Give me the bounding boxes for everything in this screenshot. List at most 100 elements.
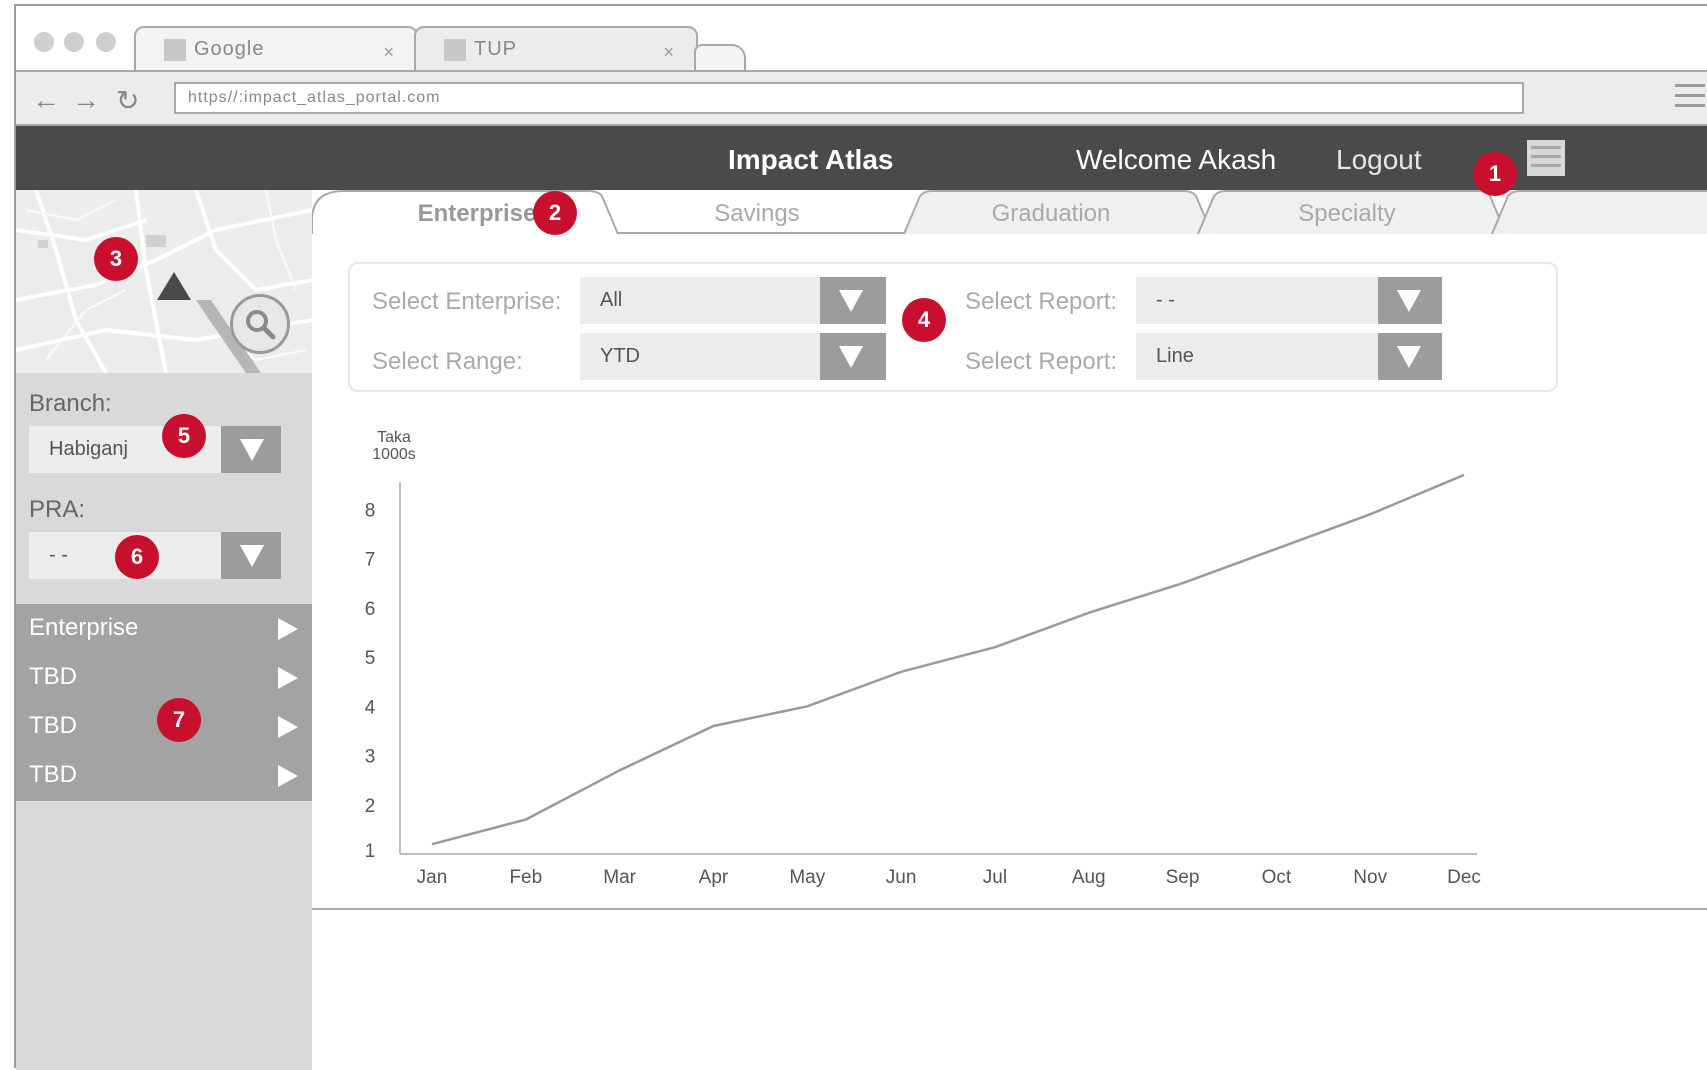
y-tick-label: 3 xyxy=(365,747,376,768)
app-title: Impact Atlas xyxy=(728,144,894,175)
y-tick-label: 6 xyxy=(365,599,376,620)
y-tick-label: 7 xyxy=(365,550,376,571)
map-search-icon[interactable] xyxy=(230,294,290,354)
tab-specialty[interactable]: Specialty xyxy=(1202,192,1492,234)
branch-dropdown[interactable]: Habiganj xyxy=(29,426,281,473)
favicon-icon xyxy=(164,39,186,61)
x-tick-label: Dec xyxy=(1447,867,1481,888)
select-report-type-label: Select Report: xyxy=(965,348,1118,375)
map-thumbnail[interactable] xyxy=(16,190,312,373)
favicon-icon xyxy=(444,39,466,61)
series-line xyxy=(431,473,1465,846)
report-type-value: Line xyxy=(1156,345,1194,367)
range-dropdown[interactable]: YTD xyxy=(580,333,886,380)
range-value: YTD xyxy=(600,345,640,367)
annotation-badge: 4 xyxy=(902,298,946,342)
report-type-dropdown[interactable]: Line xyxy=(1136,333,1442,380)
chevron-down-icon[interactable] xyxy=(221,426,281,473)
x-tick-label: Jul xyxy=(983,867,1007,888)
annotation-badge: 5 xyxy=(162,414,206,458)
sidebar-item-label: TBD xyxy=(29,712,77,739)
chevron-down-icon[interactable] xyxy=(820,277,886,324)
browser-window: Google × TUP × ← → ↻ https//:impact_atla… xyxy=(14,4,1707,1070)
y-tick-label: 2 xyxy=(365,796,376,817)
y-tick-label: 8 xyxy=(365,500,376,521)
window-maximize-dot[interactable] xyxy=(96,32,116,52)
x-tick-label: Oct xyxy=(1262,867,1292,888)
x-tick-label: Jun xyxy=(886,867,917,888)
arrow-right-icon xyxy=(278,667,298,689)
y-tick-label: 5 xyxy=(365,648,376,669)
chevron-down-icon[interactable] xyxy=(1378,277,1442,324)
y-axis-label: Taka xyxy=(377,429,411,446)
forward-arrow-icon[interactable]: → xyxy=(72,84,100,116)
arrow-right-icon xyxy=(278,618,298,640)
y-tick-label: 1 xyxy=(365,841,376,862)
url-input[interactable]: https//:impact_atlas_portal.com xyxy=(174,82,1524,114)
annotation-badge: 7 xyxy=(157,698,201,742)
close-icon[interactable]: × xyxy=(663,42,674,63)
annotation-badge: 3 xyxy=(94,237,138,281)
filter-panel: Select Enterprise: All Select Range: YTD… xyxy=(348,262,1558,392)
arrow-right-icon xyxy=(278,716,298,738)
annotation-badge: 6 xyxy=(115,535,159,579)
tab-graduation[interactable]: Graduation xyxy=(906,192,1196,234)
x-tick-label: Nov xyxy=(1353,867,1387,888)
y-axis-unit-label: 1000s xyxy=(372,446,416,463)
arrow-right-icon xyxy=(278,765,298,787)
close-icon[interactable]: × xyxy=(383,42,394,63)
browser-tab-title: TUP xyxy=(474,38,517,60)
chevron-down-icon[interactable] xyxy=(820,333,886,380)
map-marker-icon xyxy=(157,272,191,300)
chart-svg: Taka1000s 1 2 3 4 5 6 7 8 Jan Feb Mar Apr May Jun Jul Au… xyxy=(365,429,1481,888)
select-enterprise-label: Select Enterprise: xyxy=(372,288,562,315)
address-bar-row: ← → ↻ https//:impact_atlas_portal.com xyxy=(16,70,1707,126)
report-dropdown[interactable]: - - xyxy=(1136,277,1442,324)
line-chart: Taka 1000s 1 2 3 4 5 6 7 8 Jan Feb Mar Apr May Jun Jul Au… xyxy=(312,410,1707,910)
sidebar-item-label: TBD xyxy=(29,761,77,788)
chevron-down-icon[interactable] xyxy=(221,532,281,579)
annotation-badge: 2 xyxy=(533,191,577,235)
window-minimize-dot[interactable] xyxy=(64,32,84,52)
x-tick-label: Jan xyxy=(417,867,448,888)
pra-value: - - xyxy=(49,544,68,566)
screen: Google × TUP × ← → ↻ https//:impact_atla… xyxy=(0,0,1707,1070)
reload-icon[interactable]: ↻ xyxy=(116,84,139,117)
x-tick-label: Apr xyxy=(699,867,729,888)
browser-tab-google[interactable]: Google × xyxy=(134,26,418,72)
app-header: Impact Atlas Welcome Akash Logout xyxy=(16,126,1707,190)
report-tabs: Enterprise Savings Graduation Specialty xyxy=(312,190,1707,235)
back-arrow-icon[interactable]: ← xyxy=(32,84,60,116)
x-tick-label: Aug xyxy=(1072,867,1106,888)
browser-tab-title: Google xyxy=(194,38,265,60)
chevron-down-icon[interactable] xyxy=(1378,333,1442,380)
tab-savings[interactable]: Savings xyxy=(612,192,902,234)
app-menu-icon[interactable] xyxy=(1527,140,1565,176)
enterprise-dropdown[interactable]: All xyxy=(580,277,886,324)
x-tick-label: Sep xyxy=(1166,867,1200,888)
report-value: - - xyxy=(1156,289,1175,311)
x-tick-label: Feb xyxy=(509,867,542,888)
enterprise-value: All xyxy=(600,289,623,311)
select-report-label: Select Report: xyxy=(965,288,1118,315)
logout-link[interactable]: Logout xyxy=(1336,144,1422,176)
welcome-text: Welcome Akash xyxy=(1076,144,1277,175)
sidebar-item-tbd-1[interactable]: TBD xyxy=(16,653,312,702)
y-tick-label: 4 xyxy=(365,697,376,718)
x-tick-label: May xyxy=(789,867,825,888)
sidebar: Branch: Habiganj PRA: - - Enterprise TBD xyxy=(16,190,312,1070)
branch-label: Branch: xyxy=(29,390,112,417)
sidebar-item-enterprise[interactable]: Enterprise xyxy=(16,604,312,653)
pra-label: PRA: xyxy=(29,496,86,523)
x-tick-label: Mar xyxy=(603,867,636,888)
browser-menu-icon[interactable] xyxy=(1675,84,1705,112)
browser-tab-bar: Google × TUP × xyxy=(16,6,1707,72)
new-tab-button[interactable] xyxy=(694,44,746,70)
browser-tab-tup[interactable]: TUP × xyxy=(414,26,698,72)
branch-value: Habiganj xyxy=(49,438,128,460)
window-close-dot[interactable] xyxy=(34,32,54,52)
sidebar-item-label: Enterprise xyxy=(29,614,139,641)
select-range-label: Select Range: xyxy=(372,348,523,375)
sidebar-item-tbd-3[interactable]: TBD xyxy=(16,751,312,800)
main-content: Enterprise Savings Graduation Specialty … xyxy=(312,190,1707,910)
